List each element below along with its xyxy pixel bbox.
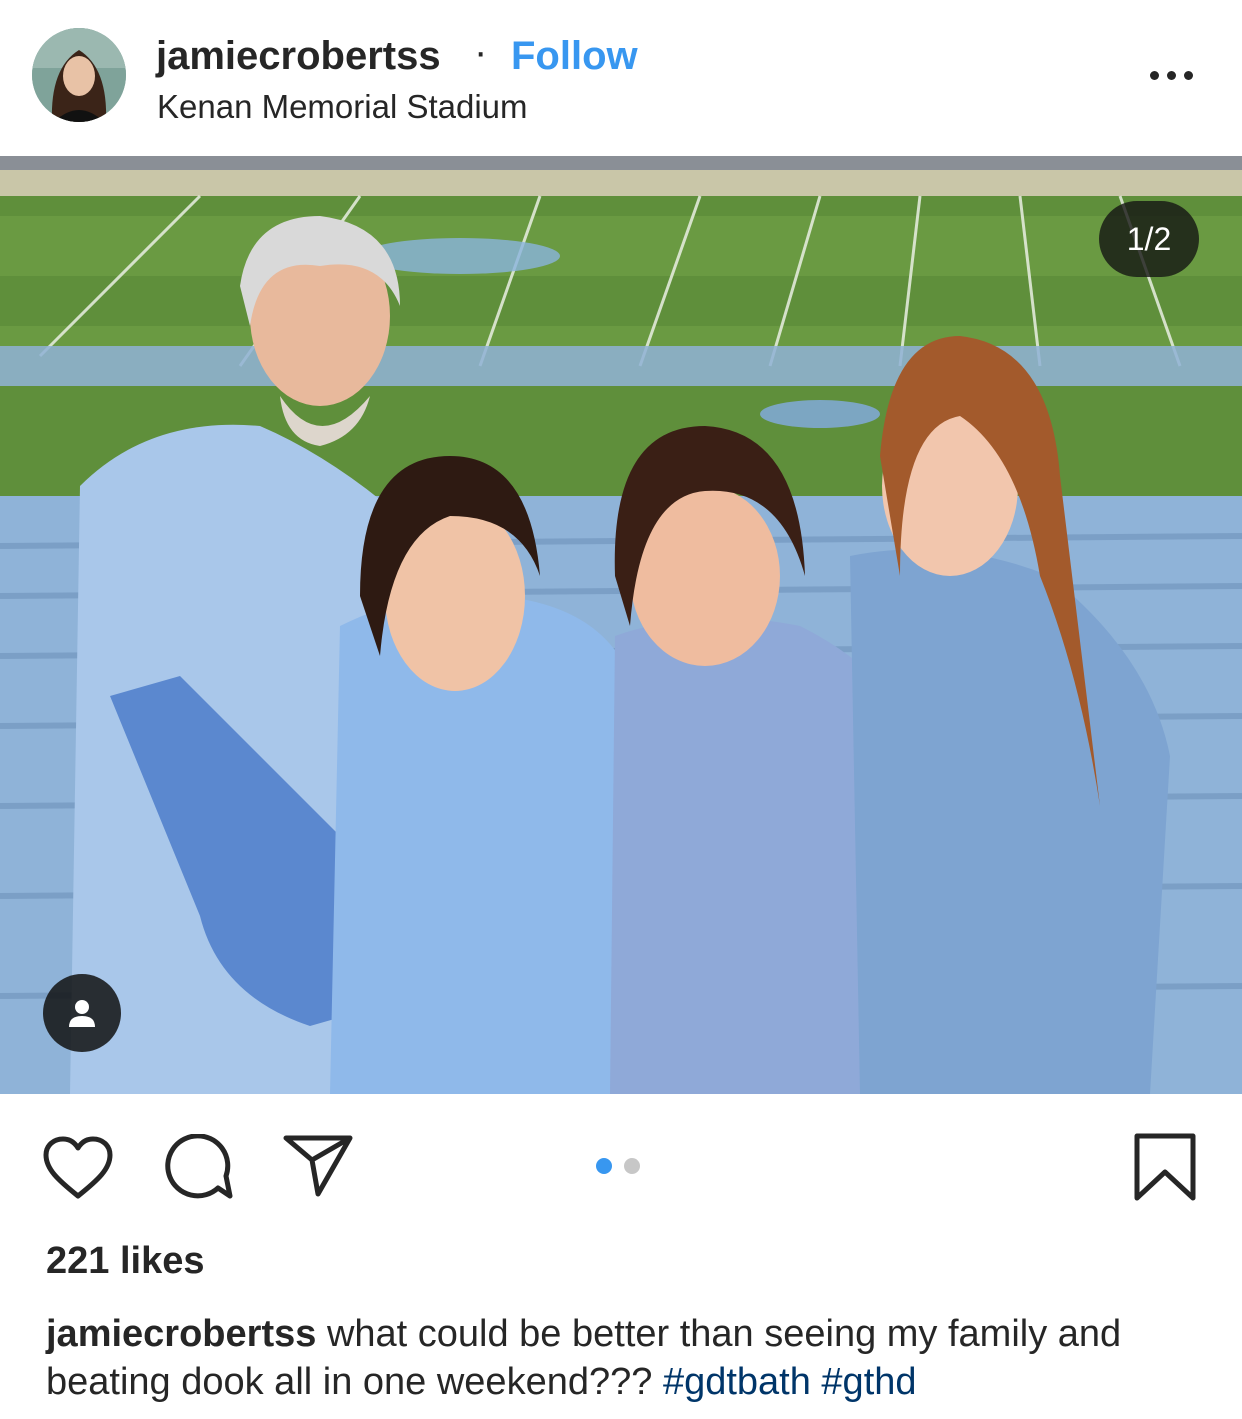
follow-button[interactable]: Follow [511,34,638,79]
separator-dot: · [474,30,488,74]
pagination-dot-active [596,1158,612,1174]
comment-icon[interactable] [164,1134,234,1202]
post-caption: jamiecrobertss what could be better than… [46,1310,1216,1406]
caption-username[interactable]: jamiecrobertss [46,1313,316,1355]
carousel-pagination [596,1158,640,1174]
profile-avatar[interactable] [32,28,126,122]
bookmark-icon[interactable] [1133,1132,1197,1202]
more-options-icon[interactable] [1150,60,1204,90]
user-tag-icon[interactable] [43,974,121,1052]
hashtag-link[interactable]: #gthd [821,1361,916,1403]
post-username[interactable]: jamiecrobertss [156,34,441,79]
avatar-image [32,28,126,122]
post-header: jamiecrobertss · Follow Kenan Memorial S… [0,0,1242,156]
post-photo[interactable] [0,156,1242,1094]
stadium-photo [0,156,1242,1094]
slide-counter: 1/2 [1099,201,1199,277]
paper-plane-icon[interactable] [282,1134,354,1198]
pagination-dot [624,1158,640,1174]
likes-count[interactable]: 221 likes [46,1240,204,1283]
hashtag-link[interactable]: #gdtbath [663,1361,811,1403]
heart-icon[interactable] [42,1136,114,1200]
post-location[interactable]: Kenan Memorial Stadium [157,88,528,126]
